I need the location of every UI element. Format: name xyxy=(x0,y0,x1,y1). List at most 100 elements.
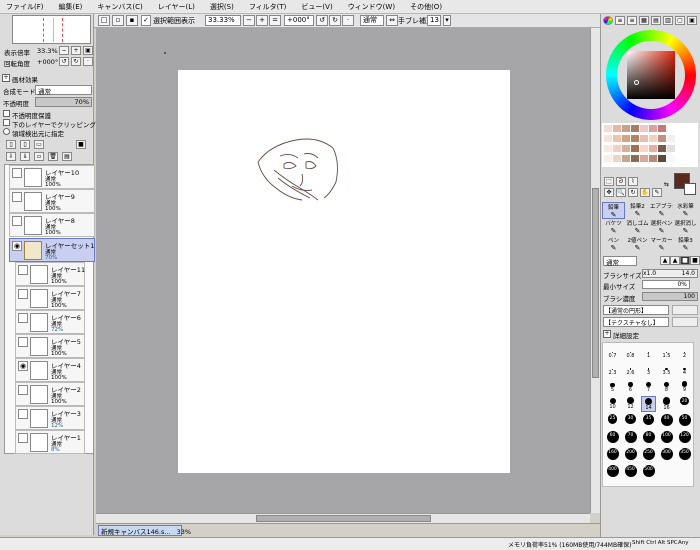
layer-item[interactable]: レイヤー1 通常 8% xyxy=(15,430,85,454)
flip-button[interactable]: ⇔ xyxy=(386,15,398,26)
brush-blend-select[interactable]: 通常 xyxy=(603,256,637,267)
color-swatch[interactable] xyxy=(658,145,666,152)
color-swatch[interactable] xyxy=(667,145,675,152)
menu-edit[interactable]: 編集(E) xyxy=(59,2,83,12)
layer-item[interactable]: レイヤー11 通常 100% xyxy=(15,262,85,286)
brush-size-preset[interactable]: 60 xyxy=(605,430,620,446)
brush-tool-row2-0[interactable]: バケツ ✎ xyxy=(602,219,625,236)
visibility-toggle[interactable] xyxy=(18,433,28,443)
delete-layer-icon[interactable]: 🗑 xyxy=(48,152,58,161)
brush-size-preset[interactable]: 500 xyxy=(641,464,656,480)
layer-item[interactable]: レイヤー8 通常 100% xyxy=(9,213,95,237)
layer-properties-icon[interactable]: ▤ xyxy=(62,152,72,161)
layer-item[interactable]: ◉ レイヤー4 通常 100% xyxy=(15,358,85,382)
color-swatch[interactable] xyxy=(667,125,675,132)
brush-size-preset[interactable]: 10 xyxy=(605,396,620,412)
navigator-thumbnail[interactable] xyxy=(12,15,91,44)
layer-blend-select[interactable]: 通常 xyxy=(35,85,92,96)
brush-size-slider[interactable]: x1.0 14.0 xyxy=(642,269,698,278)
color-swatch[interactable] xyxy=(604,125,612,132)
layer-item[interactable]: レイヤー6 通常 72% xyxy=(15,310,85,334)
color-swatch[interactable] xyxy=(622,145,630,152)
vertical-scroll-thumb[interactable] xyxy=(592,188,599,378)
eye-icon[interactable]: ◉ xyxy=(12,241,22,251)
brush-shape-select[interactable]: 【通常の円形】 xyxy=(603,305,669,315)
zoom-out-button[interactable]: − xyxy=(243,15,255,26)
brush-size-preset[interactable]: 14 xyxy=(641,396,656,412)
brush-size-preset[interactable]: 2.3 xyxy=(605,362,620,378)
stabilizer-field[interactable]: 13 xyxy=(427,15,441,26)
color-swatch[interactable] xyxy=(631,135,639,142)
swatch-tab-icon[interactable]: ▥ xyxy=(663,16,673,25)
color-swatch[interactable] xyxy=(667,135,675,142)
rgb-slider-tab-icon[interactable]: ≡ xyxy=(615,16,625,25)
color-swatch[interactable] xyxy=(613,125,621,132)
background-color[interactable] xyxy=(684,183,696,195)
edge-soft-icon[interactable]: ▲ xyxy=(660,256,670,265)
visibility-toggle[interactable] xyxy=(12,216,22,226)
rotation-field[interactable]: +000° xyxy=(284,15,314,26)
color-swatch[interactable] xyxy=(649,135,657,142)
nav-rotate-left-button[interactable]: ↺ xyxy=(59,57,69,66)
select-rect-icon[interactable]: ⬚ xyxy=(604,177,614,186)
hide-selection-button[interactable]: ▪ xyxy=(126,15,138,26)
opacity-slider[interactable]: 70% xyxy=(35,97,92,107)
brush-size-preset[interactable]: 200 xyxy=(623,447,638,463)
blend-mode-select[interactable]: 通常 xyxy=(360,15,384,26)
color-swatch[interactable] xyxy=(631,125,639,132)
rotate-icon[interactable]: ↻ xyxy=(628,188,638,197)
brush-size-preset[interactable]: 30 xyxy=(623,413,638,429)
layer-item[interactable]: レイヤー2 通常 100% xyxy=(15,382,85,406)
brush-tool-row2-1[interactable]: 消しゴム ✎ xyxy=(626,219,649,236)
brush-tool-row3-2[interactable]: マーカー ✎ xyxy=(650,236,673,253)
brush-size-preset[interactable]: 400 xyxy=(605,464,620,480)
color-swatch[interactable] xyxy=(604,155,612,162)
color-swatch[interactable] xyxy=(649,125,657,132)
layer-item[interactable]: レイヤー10 通常 100% xyxy=(9,165,95,189)
brush-size-preset[interactable]: 25 xyxy=(605,413,620,429)
vertical-scrollbar[interactable] xyxy=(590,28,600,513)
color-swatch[interactable] xyxy=(622,135,630,142)
brush-size-preset[interactable]: 50 xyxy=(677,413,692,429)
layer-item[interactable]: レイヤー9 通常 100% xyxy=(9,189,95,213)
nav-rotate-reset-button[interactable]: · xyxy=(83,57,93,66)
brush-shape-strength[interactable] xyxy=(672,305,698,315)
layer-item[interactable]: レイヤー7 通常 100% xyxy=(15,286,85,310)
brush-size-preset[interactable]: 70 xyxy=(623,430,638,446)
brush-size-preset[interactable]: 1 xyxy=(641,345,656,361)
zoom-icon[interactable]: 🔍 xyxy=(616,188,626,197)
brush-size-preset[interactable]: 3.5 xyxy=(659,362,674,378)
saturation-value-box[interactable] xyxy=(627,51,675,99)
brush-tool-row2-3[interactable]: 選択消し ✎ xyxy=(674,219,697,236)
layer-set-item[interactable]: ◉ レイヤーセット1 通常 70% xyxy=(9,238,95,262)
brush-size-preset[interactable]: 16 xyxy=(659,396,674,412)
color-swatch[interactable] xyxy=(640,125,648,132)
color-swatch[interactable] xyxy=(649,155,657,162)
edge-hard-icon[interactable]: ■ xyxy=(680,256,690,265)
color-swatch[interactable] xyxy=(622,155,630,162)
edge-sharp-icon[interactable]: ■ xyxy=(690,256,700,265)
nav-rotate-right-button[interactable]: ↻ xyxy=(71,57,81,66)
brush-size-preset[interactable]: 5 xyxy=(605,379,620,395)
stabilizer-dropdown[interactable]: ▾ xyxy=(443,15,451,26)
layer-menu-icon[interactable]: ■ xyxy=(76,140,86,149)
protect-checkbox[interactable] xyxy=(3,110,10,117)
brush-size-preset[interactable]: 2.6 xyxy=(623,362,638,378)
brush-size-preset[interactable]: 0.7 xyxy=(605,345,620,361)
brush-tool-row3-3[interactable]: 鉛筆3 ✎ xyxy=(674,236,697,253)
visibility-toggle[interactable] xyxy=(12,168,22,178)
brush-tool-row2-2[interactable]: 選択ペン ✎ xyxy=(650,219,673,236)
horizontal-scroll-thumb[interactable] xyxy=(256,515,431,522)
color-swatch[interactable] xyxy=(640,145,648,152)
density-slider[interactable]: 100 xyxy=(642,292,698,301)
gradient-tab-icon[interactable]: ▦ xyxy=(639,16,649,25)
clear-layer-icon[interactable]: ▫ xyxy=(34,152,44,161)
color-swatch[interactable] xyxy=(658,155,666,162)
color-swatch[interactable] xyxy=(631,155,639,162)
color-swatch[interactable] xyxy=(667,155,675,162)
color-swatch[interactable] xyxy=(658,135,666,142)
color-swatch[interactable] xyxy=(640,135,648,142)
brush-size-preset[interactable]: 0.8 xyxy=(623,345,638,361)
brush-tool-row1-1[interactable]: 鉛筆2 ✎ xyxy=(626,202,649,219)
new-layer-icon[interactable]: ▯ xyxy=(6,140,16,149)
